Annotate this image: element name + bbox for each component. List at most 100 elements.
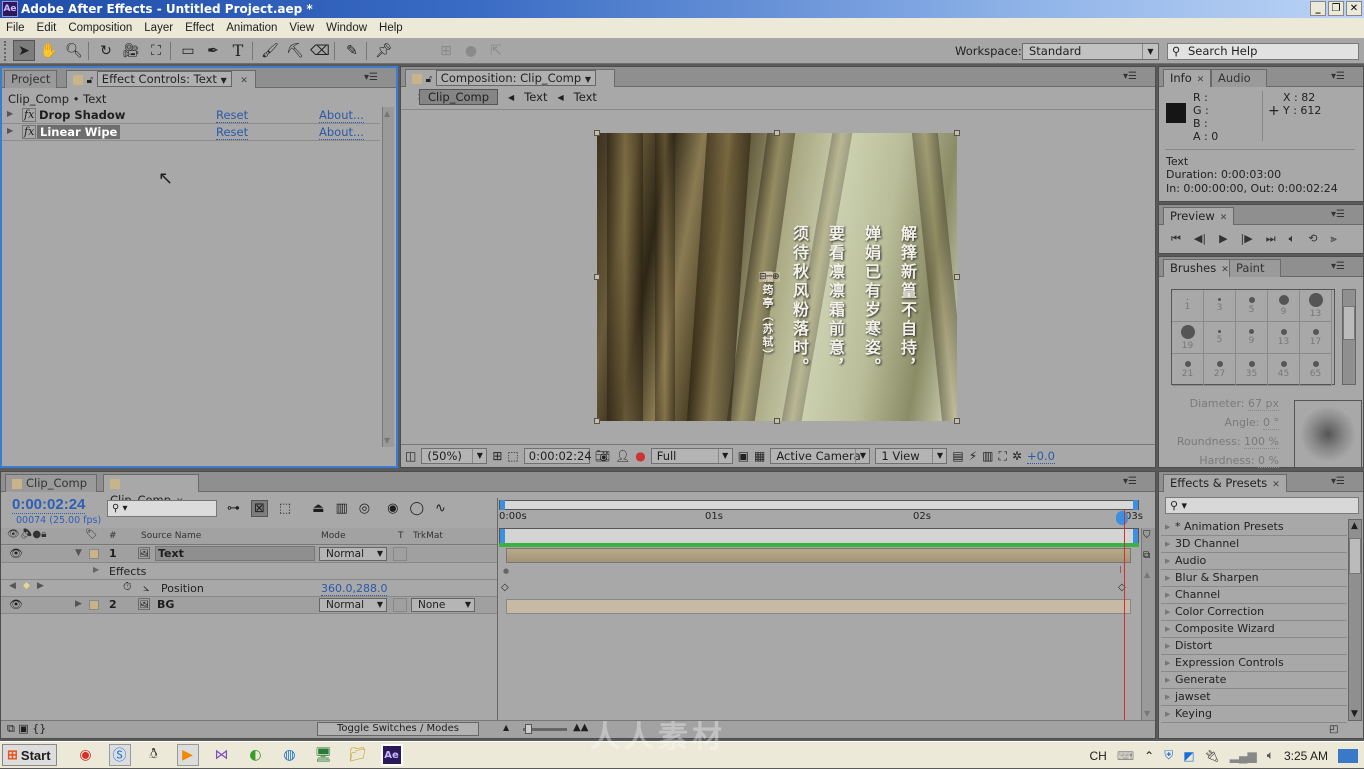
- stopwatch-icon[interactable]: ⏱︎: [123, 580, 132, 594]
- brush-tip[interactable]: 45: [1268, 354, 1300, 386]
- last-frame-icon[interactable]: ⏭: [1266, 232, 1276, 246]
- transparency-grid-icon[interactable]: ▦: [754, 449, 765, 463]
- transform-handle[interactable]: [954, 130, 960, 136]
- transform-handle[interactable]: [954, 274, 960, 280]
- layer-row[interactable]: 👁︎ ▶ 2 🖼︎ BG Normal ▼ None ▼: [1, 597, 497, 614]
- effects-category-item[interactable]: Distort: [1161, 638, 1347, 655]
- axis-view-icon[interactable]: ⇱: [485, 40, 507, 61]
- play-icon[interactable]: ▶: [1219, 232, 1227, 246]
- show-desktop-button[interactable]: [1338, 748, 1358, 763]
- ram-preview-icon[interactable]: ⫸: [1330, 232, 1336, 246]
- start-button[interactable]: ⊞ Start: [2, 744, 57, 766]
- effect-controls-dropdown[interactable]: Effect Controls: Text ▼: [96, 71, 232, 87]
- poem-text-layer[interactable]: 解箨新篁不自持， 婵娟已有岁寒姿。 要看凛凛霜前意， 须待秋风粉落时。 霜筠亭（…: [597, 225, 919, 377]
- blend-mode-dropdown[interactable]: Normal ▼: [319, 547, 387, 561]
- timeline-search-input[interactable]: ⚲ ▾: [107, 500, 217, 517]
- axis-world-icon[interactable]: ●: [460, 40, 482, 61]
- menu-edit[interactable]: Edit: [31, 22, 63, 34]
- clock[interactable]: 3:25 AM: [1284, 749, 1328, 763]
- panel-menu-icon[interactable]: ▾☰: [1331, 71, 1345, 82]
- tab-timeline-clip-comp[interactable]: Clip_Comp: [5, 474, 97, 492]
- hand-tool-icon[interactable]: ✋: [38, 40, 60, 61]
- scroll-up-icon[interactable]: ▲: [384, 109, 390, 118]
- expand-triangle-icon[interactable]: ▶: [7, 126, 13, 135]
- brush-tip[interactable]: 17: [1300, 322, 1332, 354]
- expand-triangle-icon[interactable]: ▶: [75, 599, 82, 609]
- reset-link[interactable]: Reset: [216, 108, 249, 123]
- preserve-transparency-checkbox[interactable]: [393, 598, 407, 612]
- menu-animation[interactable]: Animation: [220, 22, 283, 34]
- roto-brush-tool-icon[interactable]: ✎: [341, 40, 363, 61]
- chrome-icon[interactable]: ◉: [75, 744, 97, 766]
- power-icon[interactable]: 🔌︎: [1205, 749, 1220, 763]
- brush-scrollbar[interactable]: [1342, 289, 1356, 385]
- comp-marker-bin-icon[interactable]: ⛉: [1143, 530, 1151, 541]
- preserve-transparency-checkbox[interactable]: [393, 547, 407, 561]
- panel-menu-icon[interactable]: ▾☰: [1331, 261, 1345, 272]
- effects-category-item[interactable]: Blur & Sharpen: [1161, 570, 1347, 587]
- live-update-icon[interactable]: ⊠: [251, 500, 268, 517]
- effects-category-item[interactable]: Audio: [1161, 553, 1347, 570]
- always-preview-icon[interactable]: ◫: [405, 449, 416, 463]
- clone-stamp-tool-icon[interactable]: ⛏: [284, 40, 306, 61]
- keyboard-icon[interactable]: ⌨: [1117, 749, 1134, 763]
- channel-icon[interactable]: ●: [635, 449, 645, 463]
- volume-icon[interactable]: 🔈︎: [1267, 748, 1274, 763]
- keyframe-diamond[interactable]: ◇: [501, 582, 509, 593]
- effects-category-item[interactable]: jawset: [1161, 689, 1347, 706]
- transform-handle[interactable]: [594, 274, 600, 280]
- language-indicator[interactable]: CH: [1089, 749, 1106, 763]
- close-tab-icon[interactable]: ✕: [1220, 213, 1228, 223]
- position-value[interactable]: 360.0,288.0: [321, 582, 388, 596]
- transform-handle[interactable]: [774, 418, 780, 424]
- brush-tip[interactable]: 21: [1172, 354, 1204, 386]
- panel-menu-icon[interactable]: ▾☰: [1123, 71, 1137, 82]
- fx-icon[interactable]: fx: [22, 125, 37, 139]
- close-tab-icon[interactable]: ✕: [1221, 265, 1229, 275]
- audio-icon[interactable]: 🔈︎: [1289, 232, 1296, 246]
- scroll-down-icon[interactable]: ▼: [1351, 709, 1358, 719]
- resolution-dropdown[interactable]: Full ▼: [650, 448, 733, 464]
- rotation-tool-icon[interactable]: ↻: [95, 40, 117, 61]
- first-frame-icon[interactable]: ⏮: [1171, 232, 1181, 246]
- timeline-icon[interactable]: ▥: [982, 449, 993, 463]
- scroll-up-icon[interactable]: ▲: [1351, 521, 1358, 531]
- layer-row[interactable]: 👁︎ ▼ 1 🖼︎ Text Normal ▼: [1, 546, 497, 563]
- camera-dropdown[interactable]: Active Camera ▼: [770, 448, 871, 464]
- sogou-icon[interactable]: Ⓢ: [108, 744, 131, 766]
- tab-composition[interactable]: 🔓︎ Composition: Clip_Comp ▼ ✕: [405, 69, 615, 103]
- composition-viewer[interactable]: 解箨新篁不自持， 婵娟已有岁寒姿。 要看凛凛霜前意， 须待秋风粉落时。 霜筠亭（…: [597, 133, 957, 421]
- brush-tip[interactable]: 19: [1172, 322, 1204, 354]
- safe-margins-icon[interactable]: ⊞: [492, 449, 502, 463]
- roundness-value[interactable]: 100 %: [1244, 435, 1279, 449]
- label-swatch[interactable]: [89, 600, 99, 610]
- zoom-slider-handle[interactable]: [525, 724, 532, 734]
- tab-audio[interactable]: Audio: [1211, 69, 1267, 87]
- effects-category-item[interactable]: Generate: [1161, 672, 1347, 689]
- toggle-switches-modes-button[interactable]: Toggle Switches / Modes: [317, 722, 479, 736]
- transform-handle[interactable]: [594, 418, 600, 424]
- tab-brushes[interactable]: Brushes ✕: [1163, 259, 1236, 277]
- restore-button[interactable]: ❐: [1328, 1, 1344, 16]
- column-source-name[interactable]: Source Name: [141, 531, 201, 541]
- collapse-triangle-icon[interactable]: ▼: [75, 548, 82, 558]
- pen-tool-icon[interactable]: ✒: [202, 40, 224, 61]
- vertical-scrollbar[interactable]: ▲ ▼: [382, 107, 394, 447]
- about-link[interactable]: About...: [319, 108, 364, 123]
- layer-name[interactable]: BG: [157, 598, 174, 611]
- panel-menu-icon[interactable]: ▾☰: [1331, 476, 1345, 487]
- keyframe-diamond-icon[interactable]: ◆: [23, 581, 30, 591]
- magnification-dropdown[interactable]: (50%) ▼: [421, 448, 488, 464]
- current-time-indicator-line[interactable]: [1124, 510, 1125, 720]
- about-link[interactable]: About...: [319, 125, 364, 140]
- breadcrumb-text[interactable]: Text: [574, 90, 597, 104]
- brush-tip[interactable]: 27: [1204, 354, 1236, 386]
- previous-keyframe-icon[interactable]: ◀: [9, 581, 16, 591]
- effect-row[interactable]: ▶ fx Drop Shadow Reset About...: [2, 107, 380, 124]
- graph-editor-icon[interactable]: ∿: [435, 501, 446, 516]
- region-of-interest-icon[interactable]: ▣: [738, 449, 749, 463]
- fx-icon[interactable]: fx: [22, 108, 37, 122]
- angle-value[interactable]: 0 °: [1263, 416, 1279, 430]
- effects-scrollbar[interactable]: ▲ ▼: [1348, 519, 1362, 721]
- transform-handle[interactable]: [774, 130, 780, 136]
